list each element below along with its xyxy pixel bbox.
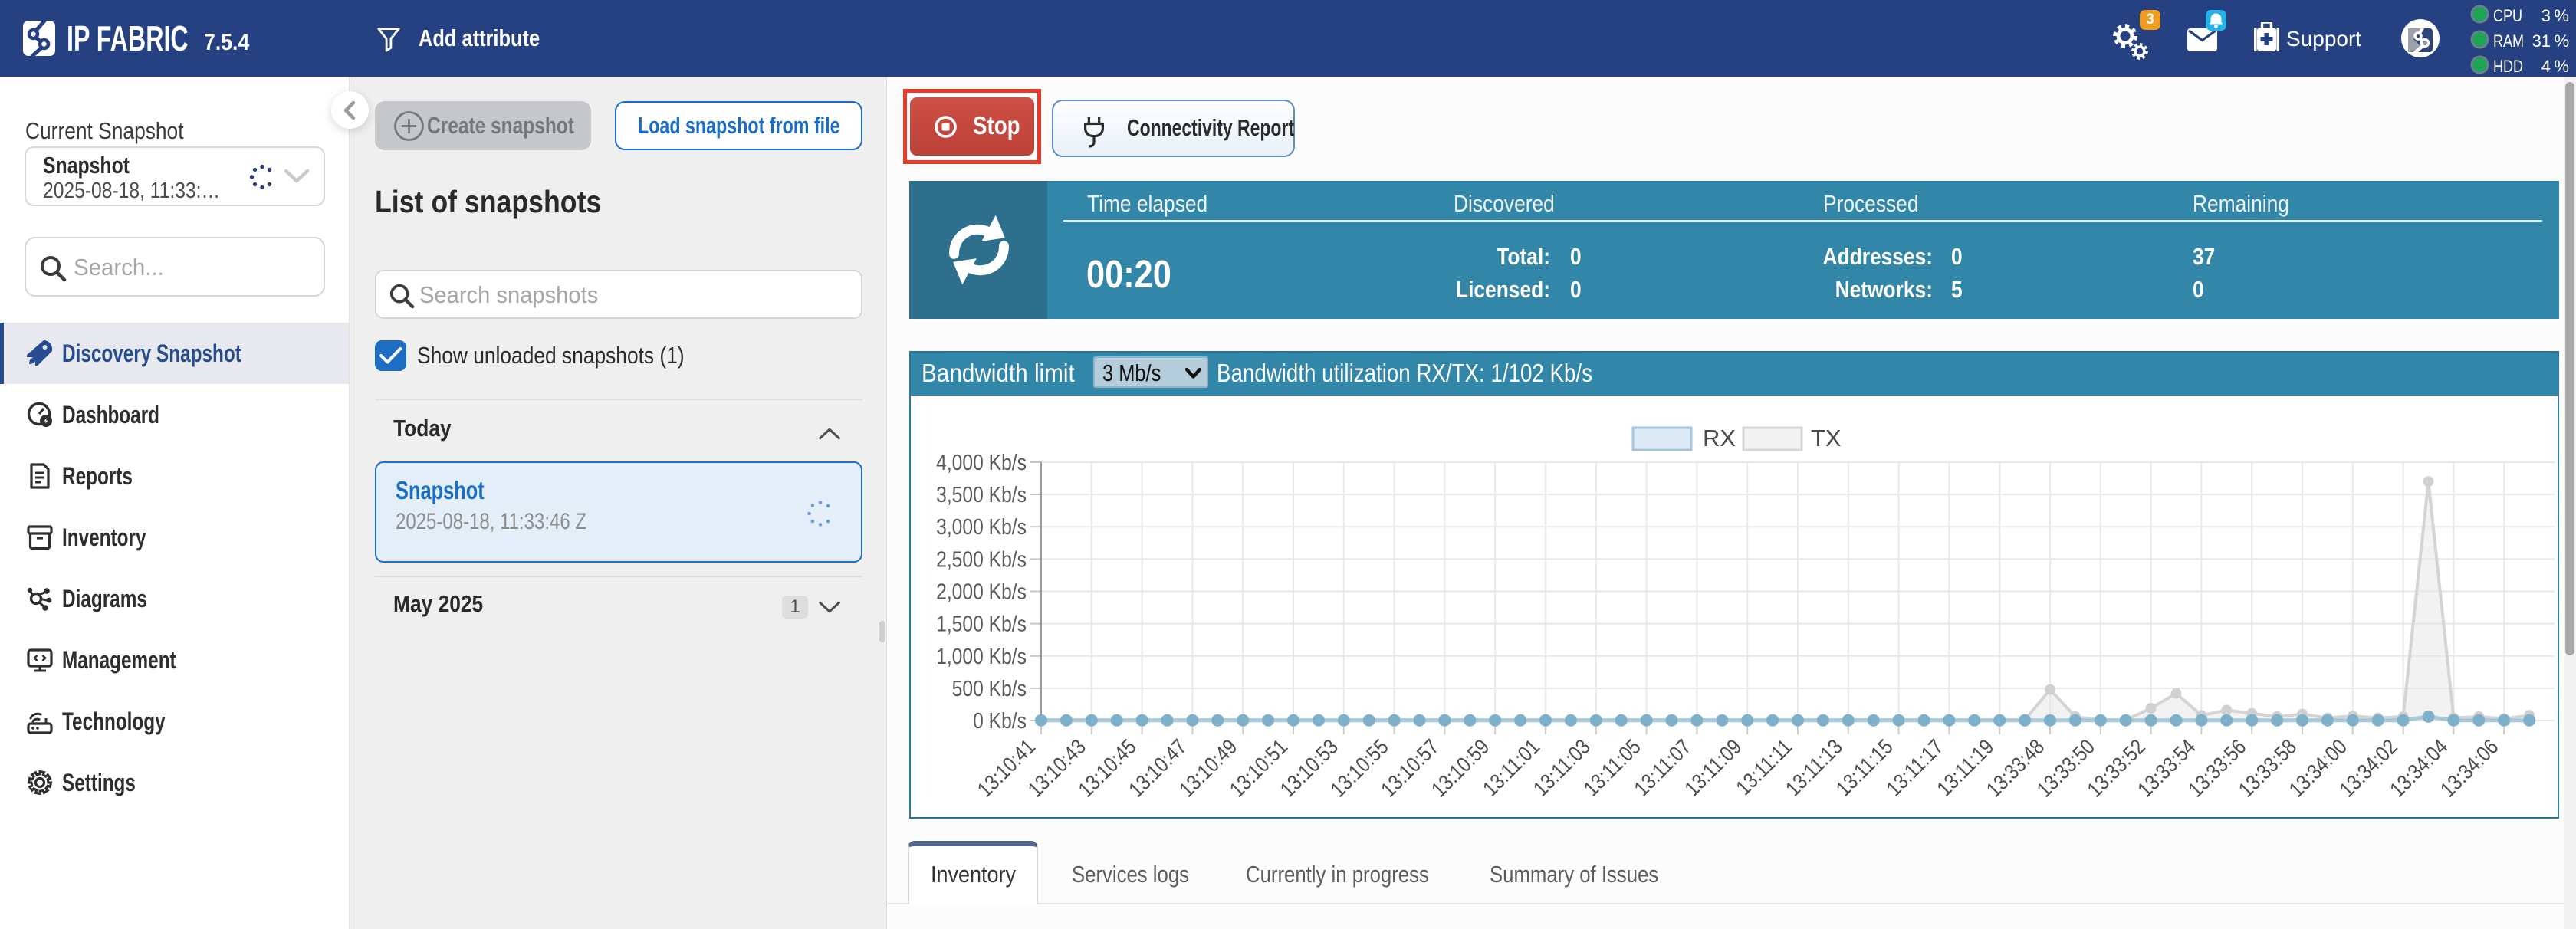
svg-text:RX: RX (1703, 425, 1736, 451)
svg-text:13:34:06: 13:34:06 (2435, 734, 2502, 802)
svg-text:2,000 Kb/s: 2,000 Kb/s (936, 579, 1027, 604)
svg-text:4,000 Kb/s: 4,000 Kb/s (936, 450, 1027, 474)
svg-text:13:10:59: 13:10:59 (1426, 734, 1493, 802)
svg-text:1,000 Kb/s: 1,000 Kb/s (936, 644, 1027, 668)
svg-text:13:11:09: 13:11:09 (1680, 734, 1746, 801)
svg-text:13:11:01: 13:11:01 (1477, 734, 1544, 801)
svg-text:TX: TX (1811, 425, 1842, 451)
svg-text:13:11:07: 13:11:07 (1629, 734, 1696, 801)
svg-text:13:11:15: 13:11:15 (1831, 734, 1898, 801)
svg-text:3,500 Kb/s: 3,500 Kb/s (936, 482, 1027, 507)
svg-text:1,500 Kb/s: 1,500 Kb/s (936, 612, 1027, 636)
svg-text:3,000 Kb/s: 3,000 Kb/s (936, 514, 1027, 539)
svg-text:500 Kb/s: 500 Kb/s (952, 676, 1027, 701)
svg-text:0 Kb/s: 0 Kb/s (973, 708, 1027, 733)
svg-text:13:11:05: 13:11:05 (1579, 734, 1645, 801)
svg-text:2,500 Kb/s: 2,500 Kb/s (936, 547, 1027, 572)
svg-text:13:11:13: 13:11:13 (1780, 734, 1847, 801)
svg-text:13:11:17: 13:11:17 (1881, 734, 1948, 801)
svg-text:13:11:03: 13:11:03 (1528, 734, 1595, 801)
